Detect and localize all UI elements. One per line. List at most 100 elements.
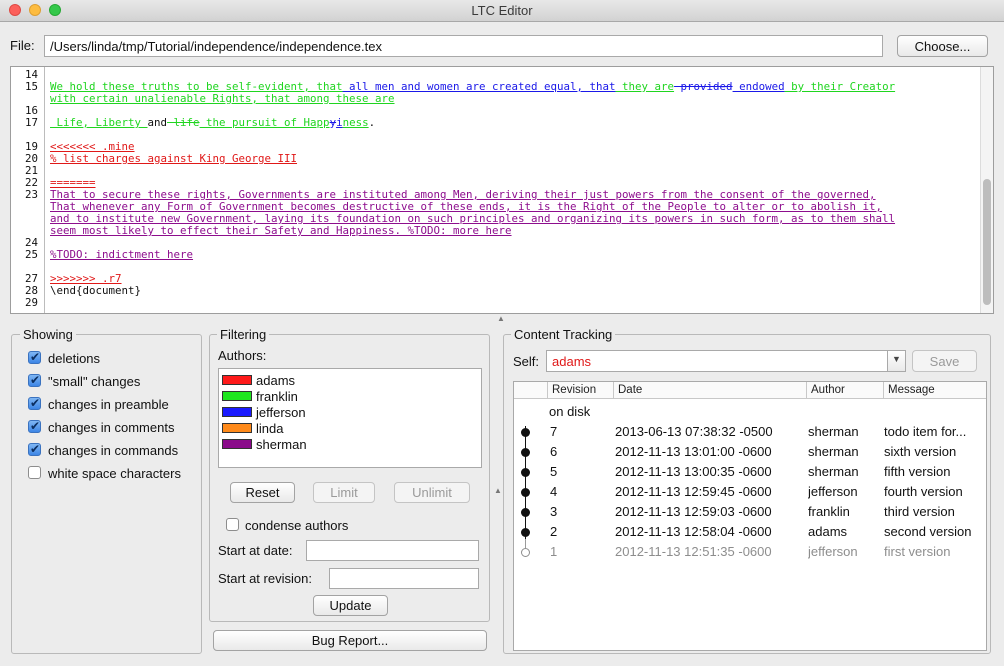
showing-option-checkbox[interactable] <box>28 419 41 433</box>
revision-node-icon <box>521 448 530 457</box>
revision-rev-cell: 5 <box>550 464 558 479</box>
self-dropdown-toggle[interactable]: ▼ <box>887 351 905 371</box>
showing-option-checkbox[interactable] <box>28 466 41 479</box>
revision-row[interactable]: 1 2012-11-13 12:51:35 -0600 jefferson first… <box>514 542 986 562</box>
code-token: they are <box>615 80 675 93</box>
revision-node-icon <box>521 548 530 557</box>
revision-rev-cell: 7 <box>550 424 558 439</box>
author-item[interactable]: sherman <box>219 437 481 453</box>
showing-option-checkbox[interactable] <box>28 396 41 410</box>
author-item[interactable]: adams <box>219 373 481 389</box>
showing-option-checkbox[interactable] <box>28 442 41 456</box>
revision-node-icon <box>521 528 530 537</box>
update-button[interactable]: Update <box>313 595 388 616</box>
author-item[interactable]: jefferson <box>219 405 481 421</box>
revision-row[interactable]: on disk <box>514 402 986 422</box>
showing-option-label: changes in comments <box>48 420 175 435</box>
revision-row[interactable]: 5 2012-11-13 13:00:35 -0600 sherman fifth v… <box>514 462 986 482</box>
self-value: adams <box>552 354 592 369</box>
revision-author-cell: sherman <box>808 444 859 459</box>
author-color-swatch <box>222 375 252 385</box>
revision-node-icon <box>521 468 530 477</box>
minimize-window-button[interactable] <box>29 4 41 16</box>
graph-column-header[interactable] <box>514 382 548 399</box>
chevron-down-icon: ▼ <box>892 354 901 364</box>
condense-authors-checkbox[interactable] <box>226 518 239 531</box>
revision-date-cell: 2012-11-13 13:01:00 -0600 <box>615 444 772 459</box>
author-item[interactable]: franklin <box>219 389 481 405</box>
reset-button[interactable]: Reset <box>230 482 295 503</box>
revision-rev-cell: 3 <box>550 504 558 519</box>
self-label: Self: <box>513 354 540 369</box>
revision-node-icon <box>521 488 530 497</box>
revision-column-header[interactable]: Revision <box>548 382 614 399</box>
revision-table[interactable]: Revision Date Author Message on disk 7 201… <box>513 381 987 651</box>
showing-option-label: changes in commands <box>48 443 179 458</box>
code-token: with certain unalienable Rights, that am… <box>50 92 395 105</box>
showing-option-label: deletions <box>48 351 101 366</box>
limit-button[interactable]: Limit <box>313 482 375 503</box>
revision-date-cell: 2012-11-13 12:59:03 -0600 <box>615 504 772 519</box>
revision-author-cell: adams <box>808 524 848 539</box>
start-revision-input[interactable] <box>329 568 479 589</box>
code-token: endowed <box>732 80 785 93</box>
code-token: provided <box>674 80 733 93</box>
showing-option-label: "small" changes <box>48 374 141 389</box>
revision-author-cell: jefferson <box>808 544 858 559</box>
panel-resize-icon[interactable]: ▲ <box>494 486 502 495</box>
zoom-window-button[interactable] <box>49 4 61 16</box>
revision-message-cell: fourth version <box>884 484 963 499</box>
start-date-input[interactable] <box>306 540 479 561</box>
start-date-label: Start at date: <box>218 543 293 558</box>
message-column-header[interactable]: Message <box>884 382 986 399</box>
code-token: seem most likely to effect their Safety … <box>50 224 512 237</box>
code-token: life <box>167 116 200 129</box>
authors-label: Authors: <box>218 348 267 363</box>
file-path-input[interactable] <box>44 35 883 57</box>
revision-rev-cell: 2 <box>550 524 558 539</box>
condense-authors-label: condense authors <box>245 518 349 533</box>
date-column-header[interactable]: Date <box>614 382 807 399</box>
save-button[interactable]: Save <box>912 350 977 372</box>
showing-option-checkbox[interactable] <box>28 350 41 364</box>
revision-message-cell: first version <box>884 544 951 559</box>
code-token: . <box>368 116 376 129</box>
revision-author-cell: sherman <box>808 464 859 479</box>
revision-rev-cell: 4 <box>550 484 558 499</box>
revision-row[interactable]: 2 2012-11-13 12:58:04 -0600 adams second ve… <box>514 522 986 542</box>
code-token: by their Creator <box>784 80 896 93</box>
choose-file-button[interactable]: Choose... <box>897 35 988 57</box>
close-window-button[interactable] <box>9 4 21 16</box>
scrollbar-thumb[interactable] <box>983 179 991 305</box>
revision-author-cell: jefferson <box>808 484 858 499</box>
showing-option-checkbox[interactable] <box>28 373 41 387</box>
split-handle-icon[interactable]: ▲ <box>497 314 505 323</box>
revision-date-cell: 2012-11-13 13:00:35 -0600 <box>615 464 772 479</box>
author-name: linda <box>256 421 284 436</box>
revision-row[interactable]: 7 2013-06-13 07:38:32 -0500 sherman todo it… <box>514 422 986 442</box>
author-name: sherman <box>256 437 307 452</box>
author-item[interactable]: linda <box>219 421 481 437</box>
bug-report-button[interactable]: Bug Report... <box>213 630 487 651</box>
author-color-swatch <box>222 439 252 449</box>
code-token: the pursuit of Happ <box>199 116 330 129</box>
revision-node-icon <box>521 428 530 437</box>
code-area[interactable]: We hold these truths to be self-evident,… <box>11 67 979 313</box>
revision-node-icon <box>521 508 530 517</box>
filtering-title: Filtering <box>217 327 270 342</box>
revision-row[interactable]: 4 2012-11-13 12:59:45 -0600 jefferson fourt… <box>514 482 986 502</box>
revision-row[interactable]: 6 2012-11-13 13:01:00 -0600 sherman sixth v… <box>514 442 986 462</box>
revision-date-cell: 2012-11-13 12:59:45 -0600 <box>615 484 772 499</box>
author-color-swatch <box>222 423 252 433</box>
unlimit-button[interactable]: Unlimit <box>394 482 470 503</box>
code-token: ness <box>342 116 369 129</box>
code-line: % list charges against King George III <box>50 153 297 165</box>
revision-row[interactable]: 3 2012-11-13 12:59:03 -0600 franklin third … <box>514 502 986 522</box>
author-name: jefferson <box>256 405 306 420</box>
revision-date-cell: 2012-11-13 12:51:35 -0600 <box>615 544 772 559</box>
code-token: \end{document} <box>50 284 142 297</box>
author-column-header[interactable]: Author <box>807 382 884 399</box>
authors-list[interactable]: adams franklin jefferson linda sherman <box>218 368 482 468</box>
text-editor[interactable]: 14 15 16 17 19 20 21 22 23 24 25 27 28 29 We hold the… <box>10 66 994 314</box>
self-combobox[interactable]: adams ▼ <box>546 350 906 372</box>
